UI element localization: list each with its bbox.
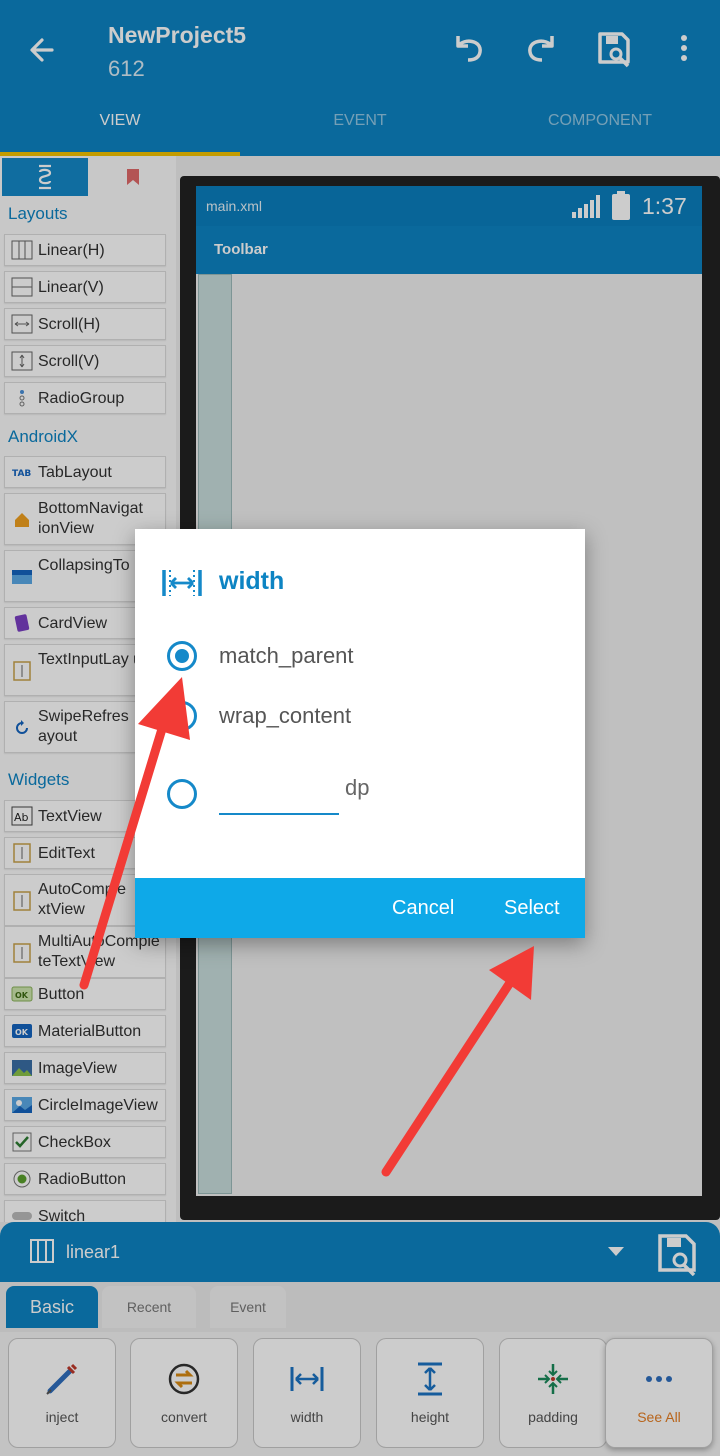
option-match-parent-label[interactable]: match_parent: [219, 643, 354, 669]
width-dialog: width match_parent wrap_content dp Cance…: [135, 529, 585, 938]
dp-value-input[interactable]: [219, 773, 339, 815]
radio-match-parent[interactable]: [167, 641, 197, 671]
option-wrap-content-label[interactable]: wrap_content: [219, 703, 351, 729]
width-icon: [161, 567, 203, 599]
dialog-actions: Cancel Select: [135, 878, 585, 938]
dialog-title: width: [219, 567, 285, 595]
radio-wrap-content[interactable]: [167, 701, 197, 731]
dp-unit-label: dp: [345, 775, 370, 800]
select-button[interactable]: Select: [504, 878, 560, 938]
cancel-button[interactable]: Cancel: [392, 878, 454, 938]
radio-custom-dp[interactable]: [167, 779, 197, 809]
